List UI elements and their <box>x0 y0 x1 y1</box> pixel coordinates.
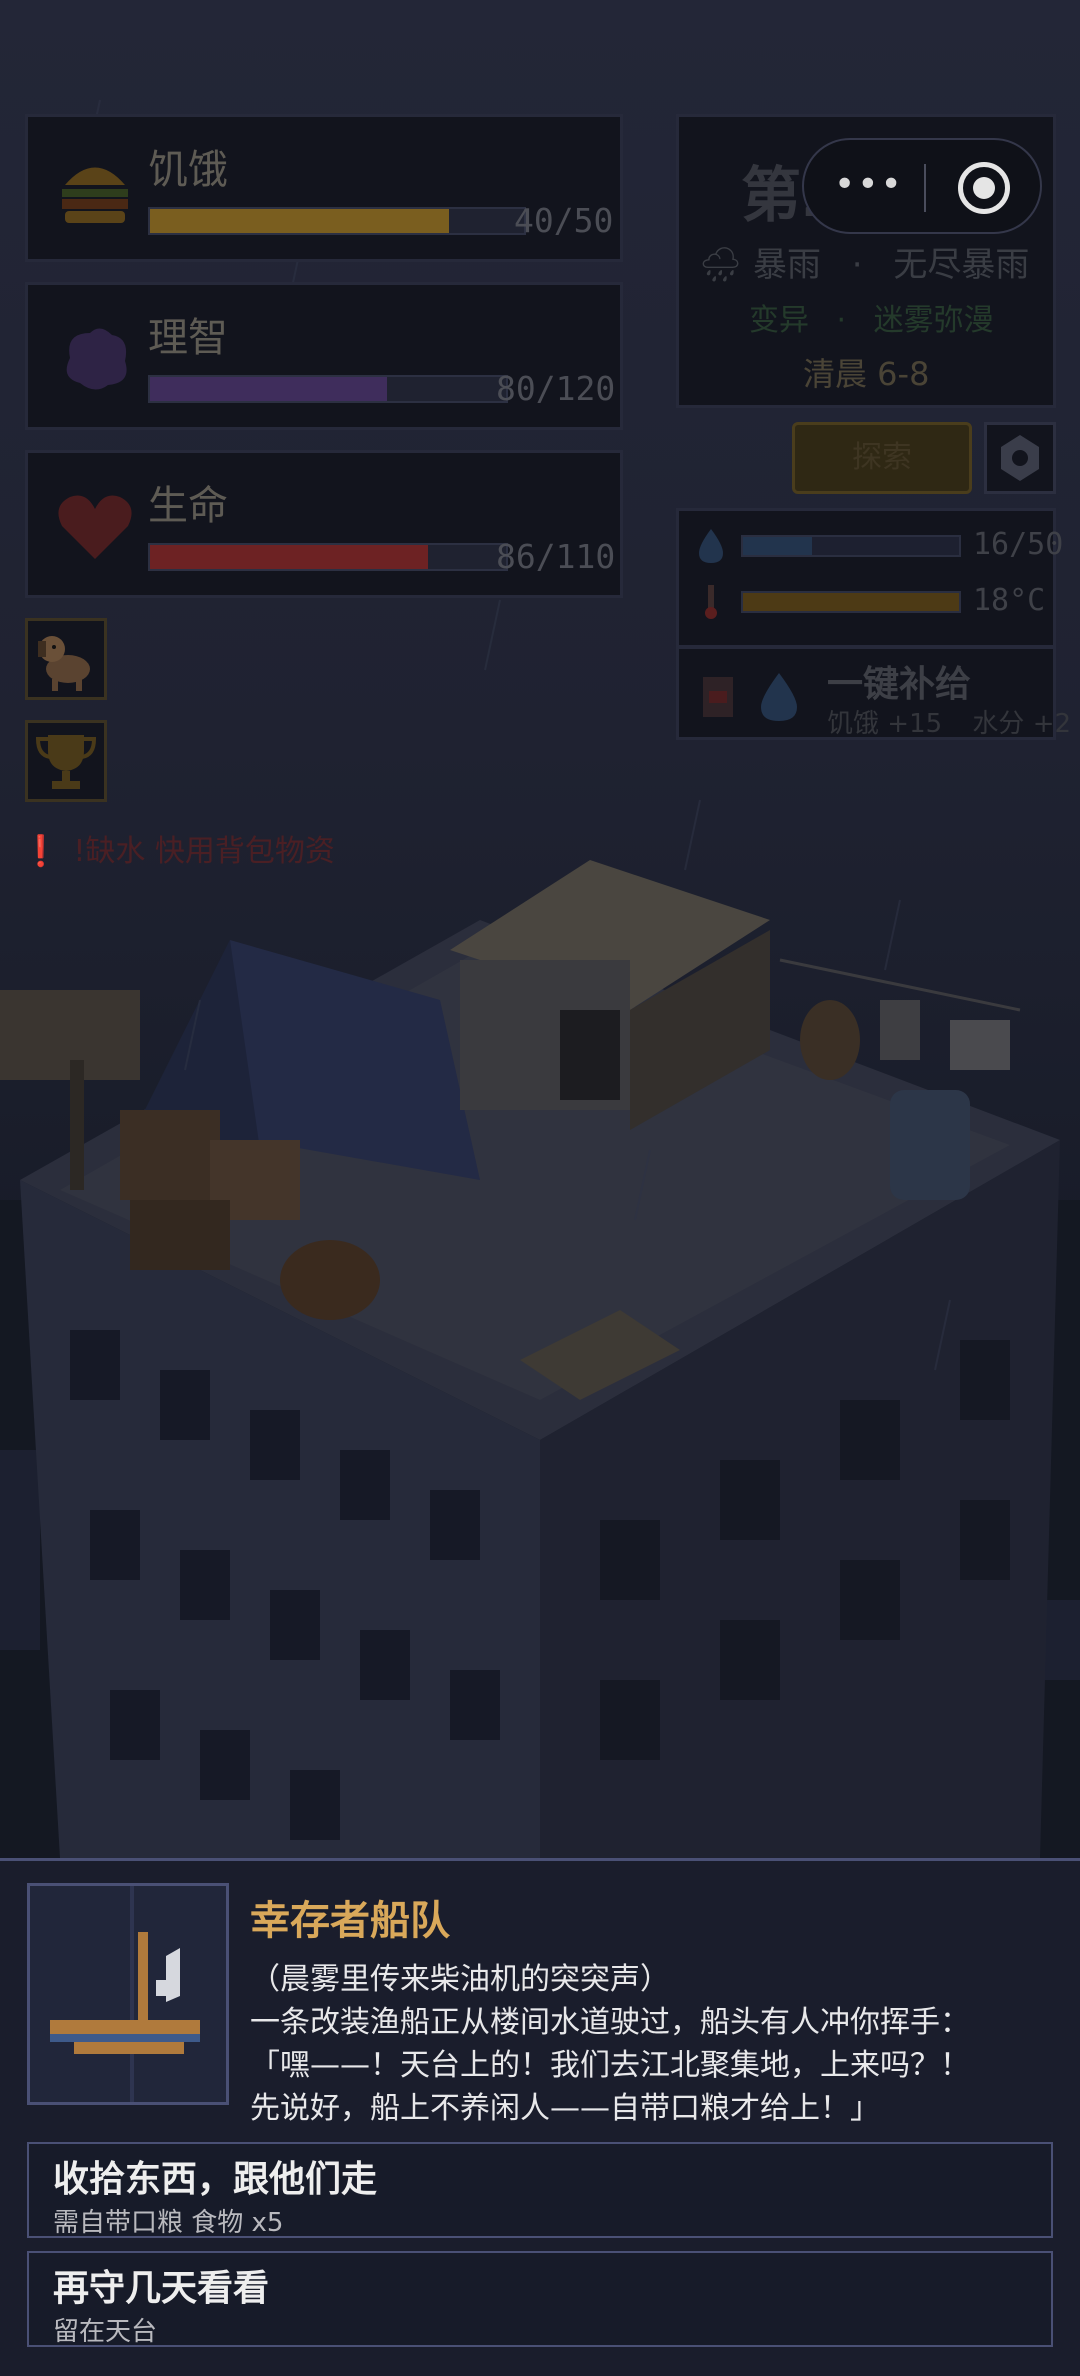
sanity-bar <box>148 375 508 403</box>
choice-stay-rooftop[interactable]: 再守几天看看 留在天台 <box>27 2251 1053 2347</box>
supply-items-icon <box>703 673 797 721</box>
mutation-label: 变异 <box>749 303 809 338</box>
water-bar-fill <box>743 537 813 555</box>
water-value: 16/50 <box>973 527 1064 562</box>
target-circle-icon[interactable] <box>958 162 1010 214</box>
temperature-value: 18°C <box>973 583 1046 618</box>
temperature-bar <box>741 591 961 613</box>
mutation-row: 变异 · 迷雾弥漫 <box>749 303 994 338</box>
hunger-panel: 饥饿 40/50 <box>25 114 623 262</box>
water-drop-icon <box>699 529 723 563</box>
weather-effect: 无尽暴雨 <box>893 245 1030 285</box>
choice-detail: 需自带口粮 食物 x5 <box>53 2208 284 2238</box>
event-description: （晨雾里传来柴油机的突突声） 一条改装渔船正从楼间水道驶过，船头有人冲你挥手： … <box>250 1958 1060 2130</box>
burger-icon <box>62 167 128 223</box>
exclamation-icon: ❗ <box>22 834 60 869</box>
water-row: 16/50 <box>695 525 1063 565</box>
more-dots-icon[interactable]: ••• <box>834 164 904 205</box>
supply-title: 一键补给 <box>827 664 972 705</box>
health-label: 生命 <box>148 483 228 529</box>
storm-cloud-icon: 🌧 <box>699 245 743 285</box>
dog-companion-icon <box>38 636 90 691</box>
hunger-bar-fill <box>150 209 450 233</box>
temperature-row: 18°C <box>695 581 1045 621</box>
sanity-bar-fill <box>150 377 388 401</box>
dehydration-warning: ❗ !缺水 快用背包物资 <box>22 826 335 870</box>
event-line: （晨雾里传来柴油机的突突声） <box>250 1962 670 1997</box>
miniapp-capsule: ••• <box>802 138 1042 234</box>
brain-icon <box>66 328 127 390</box>
water-bar <box>741 535 961 557</box>
weather-label: 暴雨 <box>752 245 821 285</box>
event-line: 「嘿——！天台上的！我们去江北聚集地，上来吗？！ <box>250 2048 970 2083</box>
choice-follow-boat[interactable]: 收拾东西，跟他们走 需自带口粮 食物 x5 <box>27 2142 1053 2238</box>
choice-detail: 留在天台 <box>53 2317 158 2347</box>
capsule-divider <box>924 164 926 212</box>
explore-button[interactable]: 探索 <box>792 422 972 494</box>
boat-survivor-icon <box>50 1886 200 2102</box>
settings-icon <box>1001 435 1039 481</box>
health-bar-fill <box>150 545 429 569</box>
event-title: 幸存者船队 <box>250 1898 450 1944</box>
weather-row: 🌧 暴雨 · 无尽暴雨 <box>699 245 1030 285</box>
sanity-panel: 理智 80/120 <box>25 282 623 430</box>
event-portrait <box>27 1883 229 2105</box>
trophy-button[interactable] <box>25 720 107 802</box>
health-panel: 生命 86/110 <box>25 450 623 598</box>
thermometer-icon <box>705 585 717 619</box>
warning-text: !缺水 快用背包物资 <box>73 834 335 869</box>
settings-button[interactable] <box>984 422 1056 494</box>
hunger-label: 饥饿 <box>148 147 228 193</box>
time-of-day: 清晨 6-8 <box>803 355 930 393</box>
resources-panel: 16/50 18°C <box>676 508 1063 648</box>
mutation-effect: 迷雾弥漫 <box>873 303 994 338</box>
event-line: 一条改装渔船正从楼间水道驶过，船头有人冲你挥手： <box>250 2005 970 2040</box>
hunger-value: 40/50 <box>514 201 614 240</box>
heart-icon <box>58 495 132 559</box>
sanity-value: 80/120 <box>496 369 616 408</box>
choice-label: 收拾东西，跟他们走 <box>53 2159 378 2200</box>
health-bar <box>148 543 508 571</box>
dog-companion-button[interactable] <box>25 618 107 700</box>
sanity-label: 理智 <box>148 315 228 361</box>
trophy-icon <box>35 735 97 789</box>
supply-detail: 饥饿 +15 水分 +2 <box>827 709 1072 739</box>
temperature-bar-fill <box>743 593 959 611</box>
event-line: 先说好，船上不养闲人——自带口粮才给上！」 <box>250 2091 880 2126</box>
choice-label: 再守几天看看 <box>53 2268 270 2309</box>
hunger-bar <box>148 207 526 235</box>
health-value: 86/110 <box>496 537 616 576</box>
quick-supply-button[interactable]: 一键补给 饥饿 +15 水分 +2 <box>676 646 1071 740</box>
